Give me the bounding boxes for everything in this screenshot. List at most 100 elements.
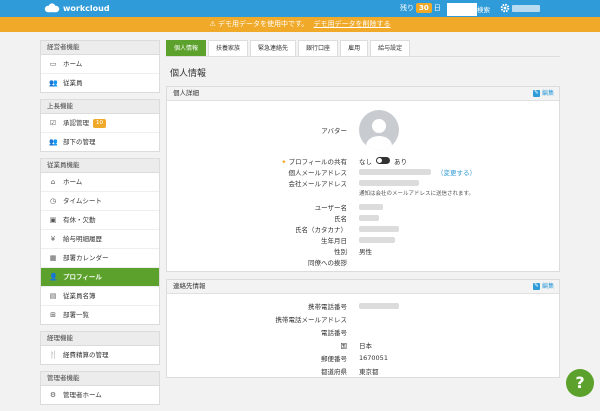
- default-person-icon: [366, 119, 392, 150]
- sidebar-item-approvals[interactable]: ☑ 承認管理 10: [41, 114, 159, 133]
- page-title: 個人情報: [170, 69, 207, 79]
- change-email-link[interactable]: （変更する）: [437, 167, 476, 177]
- postal-label: 郵便番号: [321, 354, 347, 363]
- sidebar-item-label: 給与明細履歴: [63, 235, 102, 243]
- users-icon: 👥: [49, 79, 58, 87]
- sidebar-item-directory[interactable]: ▤ 従業員名簿: [41, 287, 159, 306]
- avatar[interactable]: [359, 110, 399, 150]
- logo-text: workcloud: [63, 3, 110, 13]
- user-menu[interactable]: [512, 5, 540, 12]
- sidebar-item-home[interactable]: ⌂ ホーム: [41, 173, 159, 192]
- sidebar-item-departments[interactable]: ⊞ 部署一覧: [41, 306, 159, 324]
- tab-payroll-settings[interactable]: 給与設定: [370, 40, 411, 56]
- home-icon: ⌂: [50, 178, 56, 186]
- greeting-row: 同僚への挨拶: [167, 256, 559, 267]
- edit-personal-button[interactable]: ✎ 編集: [532, 87, 554, 100]
- sidebar-group-employee: 従業員機能 ⌂ ホーム ◷ タイムシート ▣ 有休・欠勤 ¥ 給与明細履歴 ▦ …: [40, 158, 160, 325]
- gear-icon[interactable]: [500, 3, 510, 13]
- mobile-email-row: 携帯電話メールアドレス: [167, 312, 559, 325]
- search-button[interactable]: 検索: [477, 4, 490, 14]
- sidebar-item-profile[interactable]: 👤 プロフィール: [41, 268, 159, 287]
- sidebar-group-executive: 経営者機能 ▭ ホーム 👥 従業員: [40, 40, 160, 93]
- search-input[interactable]: [447, 3, 477, 16]
- edit-label: 編集: [541, 283, 554, 290]
- gender-value: 男性: [359, 247, 372, 256]
- profile-share-label: ✦ プロフィールの共有: [281, 157, 347, 166]
- tab-employment[interactable]: 雇用: [340, 40, 369, 56]
- clock-icon: ◷: [49, 197, 57, 205]
- sidebar-item-label: 経費精算の管理: [63, 351, 109, 359]
- panel-body: 携帯電話番号 携帯電話メールアドレス 電話番号 国 日本 郵便番号 167005…: [167, 294, 559, 377]
- company-email-row: 会社メールアドレス: [167, 177, 559, 188]
- pencil-icon: ✎: [532, 90, 540, 97]
- birthday-label: 生年月日: [321, 236, 347, 245]
- sidebar-item-label: 従業員: [63, 79, 83, 87]
- company-email-label: 会社メールアドレス: [288, 179, 348, 188]
- gear-icon: ⚙: [49, 391, 57, 399]
- sidebar-item-calendar[interactable]: ▦ 部署カレンダー: [41, 249, 159, 268]
- country-label: 国: [340, 341, 348, 350]
- personal-email-row: 個人メールアドレス （変更する）: [167, 166, 559, 177]
- avatar-row: アバター: [167, 107, 559, 153]
- sidebar-item-admin-home[interactable]: ⚙ 管理者ホーム: [41, 386, 159, 404]
- lightbulb-icon: ✦: [281, 157, 287, 166]
- company-email-value-redacted: [359, 179, 419, 186]
- utensils-icon: 🍴: [49, 351, 58, 359]
- sidebar-item-subordinates[interactable]: 👥 部下の管理: [41, 133, 159, 151]
- tab-personal-info[interactable]: 個人情報: [166, 40, 207, 56]
- panel-header: 連絡先情報 ✎ 編集: [167, 280, 559, 294]
- name-value-redacted: [359, 214, 379, 221]
- yen-icon: ¥: [50, 235, 56, 243]
- birthday-row: 生年月日: [167, 234, 559, 245]
- username-label: ユーザー名: [314, 203, 347, 212]
- edit-contact-button[interactable]: ✎ 編集: [532, 280, 554, 293]
- sidebar-item-label: ホーム: [63, 178, 83, 186]
- gender-row: 性別 男性: [167, 245, 559, 256]
- sidebar-item-label: 管理者ホーム: [63, 391, 102, 399]
- sidebar-item-exec-home[interactable]: ▭ ホーム: [41, 55, 159, 74]
- tab-bank-account[interactable]: 銀行口座: [298, 40, 339, 56]
- sidebar-item-expenses[interactable]: 🍴 経費精算の管理: [41, 346, 159, 364]
- sidebar-item-label: ホーム: [63, 60, 83, 68]
- logo[interactable]: workcloud: [44, 3, 110, 13]
- sidebar-item-employees[interactable]: 👥 従業員: [41, 74, 159, 92]
- book-icon: ▤: [49, 292, 57, 300]
- trial-prefix: 残り: [400, 4, 414, 12]
- mobile-row: 携帯電話番号: [167, 299, 559, 312]
- sidebar-item-label: 従業員名簿: [63, 292, 96, 300]
- trial-days-badge: 30: [416, 3, 432, 13]
- panel-title: 連絡先情報: [173, 282, 206, 290]
- profile-share-toggle[interactable]: [376, 157, 390, 164]
- top-bar: workcloud 残り 30 日 検索: [0, 0, 600, 17]
- mobile-label: 携帯電話番号: [308, 302, 347, 311]
- name-kana-row: 氏名（カタカナ）: [167, 223, 559, 234]
- postal-value: 1670051: [359, 353, 388, 362]
- profile-share-row: ✦ プロフィールの共有 なし あり: [167, 155, 559, 166]
- help-button[interactable]: ?: [566, 369, 594, 397]
- sidebar-item-label: 部署カレンダー: [63, 254, 109, 262]
- tab-dependents[interactable]: 扶養家族: [208, 40, 249, 56]
- sidebar-item-label: 部署一覧: [63, 311, 89, 319]
- name-kana-value-redacted: [359, 225, 399, 232]
- phone-label: 電話番号: [321, 328, 347, 337]
- username-row: ユーザー名: [167, 201, 559, 212]
- tab-emergency-contact[interactable]: 緊急連絡先: [250, 40, 297, 56]
- country-value: 日本: [359, 341, 372, 350]
- toggle-on-label: あり: [394, 157, 407, 166]
- sidebar-item-payslips[interactable]: ¥ 給与明細履歴: [41, 230, 159, 249]
- delete-demo-data-link[interactable]: デモ用データを削除する: [314, 20, 391, 28]
- sidebar-group-title: 経理機能: [41, 332, 159, 346]
- sidebar-group-title: 経営者機能: [41, 41, 159, 55]
- prefecture-value: 東京都: [359, 367, 379, 376]
- cloud-logo-icon: [44, 3, 60, 13]
- sidebar-group-admin: 管理者機能 ⚙ 管理者ホーム: [40, 371, 160, 405]
- briefcase-icon: ▣: [49, 216, 57, 224]
- sidebar-item-leave[interactable]: ▣ 有休・欠勤: [41, 211, 159, 230]
- avatar-label: アバター: [321, 127, 347, 135]
- sidebar-item-label: プロフィール: [63, 273, 102, 281]
- name-row: 氏名: [167, 212, 559, 223]
- greeting-label: 同僚への挨拶: [308, 258, 347, 267]
- profile-tabs: 個人情報 扶養家族 緊急連絡先 銀行口座 雇用 給与設定: [166, 40, 560, 57]
- trial-suffix: 日: [433, 4, 441, 12]
- sidebar-item-timesheet[interactable]: ◷ タイムシート: [41, 192, 159, 211]
